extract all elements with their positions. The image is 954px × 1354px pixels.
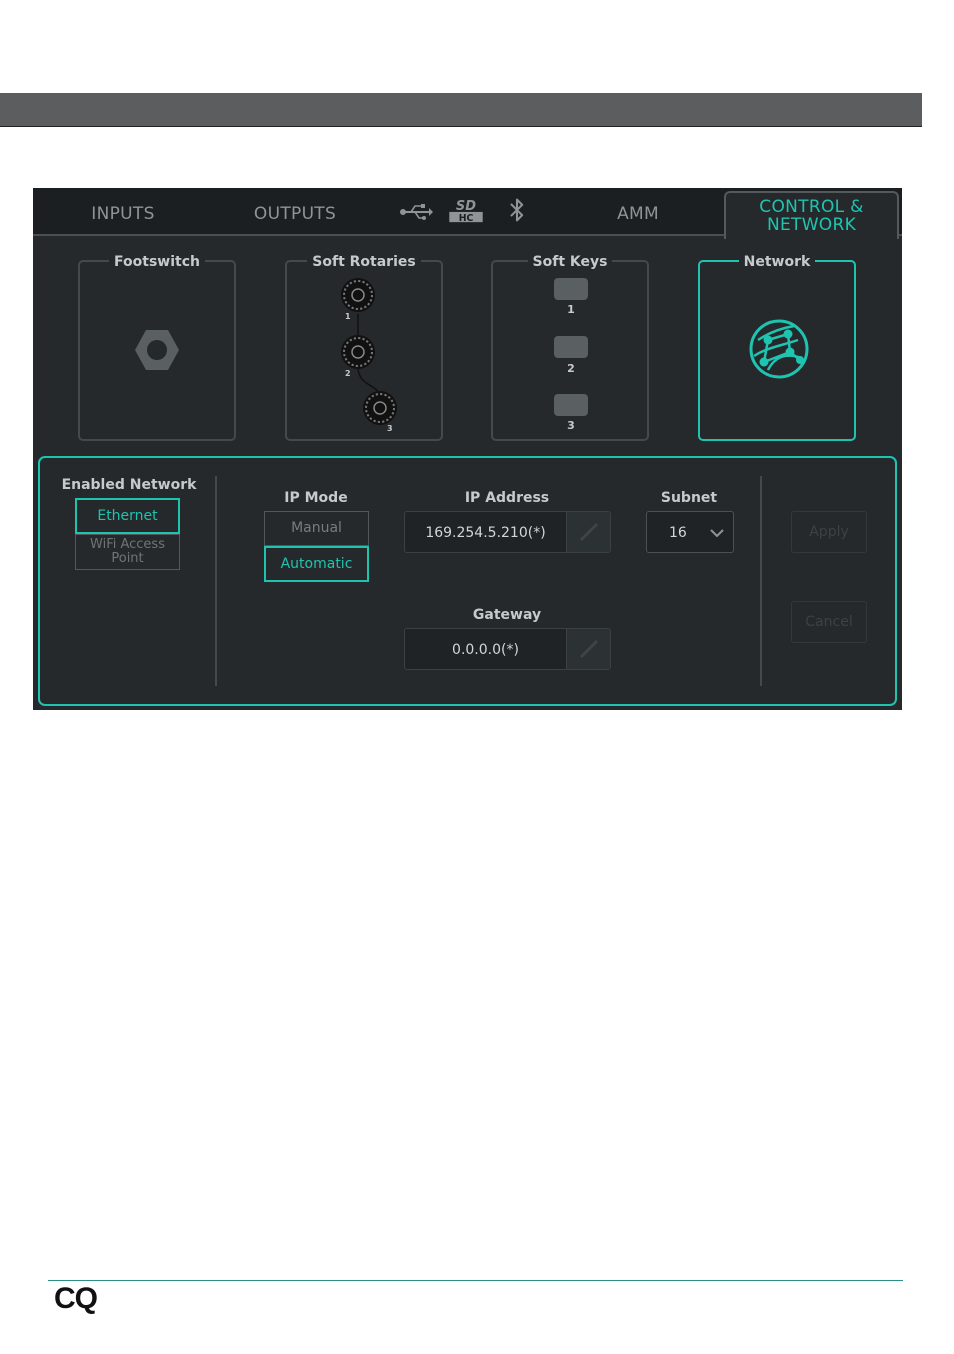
rotary-number: 2	[345, 369, 351, 378]
rotary-number: 3	[387, 424, 393, 433]
manual-button[interactable]: Manual	[264, 511, 369, 546]
gateway-label: Gateway	[472, 607, 542, 623]
soft-rotaries-panel[interactable]: Soft Rotaries 1 2 3	[285, 254, 443, 441]
footswitch-panel[interactable]: Footswitch	[78, 254, 236, 441]
rotary-knob-icon	[341, 278, 375, 312]
pencil-icon	[579, 639, 599, 659]
automatic-button[interactable]: Automatic	[264, 546, 369, 582]
tab-control-network[interactable]: CONTROL & NETWORK	[724, 191, 899, 239]
soft-key-icon	[554, 394, 588, 416]
soft-key-number: 1	[567, 303, 575, 316]
pencil-icon	[579, 522, 599, 542]
divider	[760, 476, 762, 686]
wifi-label-line1: WiFi Access	[90, 537, 165, 552]
tab-amm[interactable]: AMM	[603, 188, 673, 234]
sd-hc-icon[interactable]: SD HC	[447, 198, 485, 224]
rotary-number: 1	[345, 312, 351, 321]
enabled-network-label: Enabled Network	[61, 477, 197, 493]
rotary-knob-icon	[363, 391, 397, 425]
ip-address-field[interactable]: 169.254.5.210(*)	[404, 511, 611, 553]
tab-inputs[interactable]: INPUTS	[73, 188, 173, 234]
bluetooth-icon[interactable]	[507, 197, 527, 223]
soft-keys-panel[interactable]: Soft Keys 1 2 3	[491, 254, 649, 441]
page-header-bar	[0, 93, 922, 127]
wifi-access-point-button[interactable]: WiFi Access Point	[75, 534, 180, 570]
mixer-screen: INPUTS OUTPUTS SD HC AMM CONTROL & NETWO…	[33, 188, 902, 710]
soft-keys-title: Soft Keys	[527, 254, 613, 270]
divider	[215, 476, 217, 686]
gateway-value: 0.0.0.0(*)	[452, 642, 519, 658]
cancel-button[interactable]: Cancel	[791, 601, 867, 643]
footer-divider	[48, 1280, 903, 1281]
rotaries-diagram	[341, 278, 397, 425]
tab-control-line2: NETWORK	[766, 215, 857, 235]
chevron-down-icon	[710, 529, 724, 538]
tab-control-line1: CONTROL &	[759, 197, 864, 217]
wifi-label-line2: Point	[111, 551, 144, 566]
globe-network-icon	[749, 319, 809, 379]
rotary-knob-icon	[341, 335, 375, 369]
ip-address-label: IP Address	[464, 490, 550, 506]
svg-text:HC: HC	[459, 213, 474, 224]
tab-outputs[interactable]: OUTPUTS	[243, 188, 347, 234]
soft-key-number: 2	[567, 362, 575, 375]
footswitch-icon	[135, 330, 179, 370]
network-panel[interactable]: Network	[698, 254, 856, 441]
soft-key-number: 3	[567, 419, 575, 432]
network-settings-box: Enabled Network Ethernet WiFi Access Poi…	[38, 456, 897, 706]
usb-icon[interactable]	[399, 199, 433, 225]
cq-logo: CQ	[54, 1282, 98, 1315]
subnet-dropdown[interactable]: 16	[646, 511, 734, 553]
network-title: Network	[738, 254, 816, 270]
subnet-value: 16	[669, 525, 687, 541]
ip-address-edit-button[interactable]	[566, 512, 610, 552]
subnet-label: Subnet	[660, 490, 718, 506]
ip-mode-label: IP Mode	[284, 490, 348, 506]
ethernet-button[interactable]: Ethernet	[75, 498, 180, 534]
soft-key-icon	[554, 278, 588, 300]
soft-key-icon	[554, 336, 588, 358]
footswitch-title: Footswitch	[109, 254, 205, 270]
gateway-edit-button[interactable]	[566, 629, 610, 669]
apply-button[interactable]: Apply	[791, 511, 867, 553]
ip-address-value: 169.254.5.210(*)	[425, 525, 546, 541]
svg-text:SD: SD	[456, 199, 476, 214]
gateway-field[interactable]: 0.0.0.0(*)	[404, 628, 611, 670]
